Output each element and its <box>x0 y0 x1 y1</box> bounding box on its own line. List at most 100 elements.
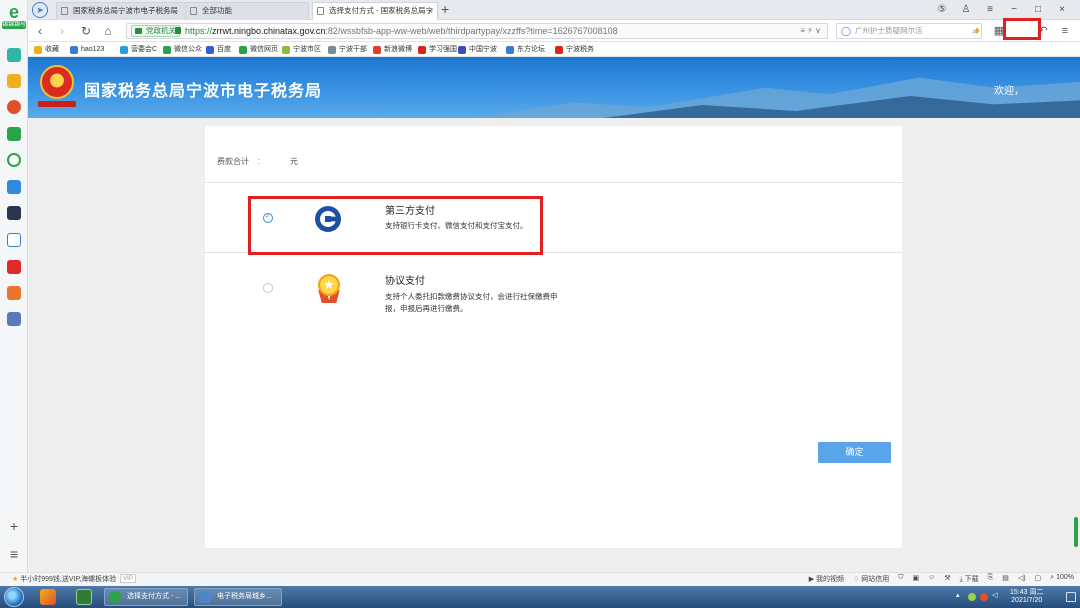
emblem-banner <box>38 101 76 107</box>
bookmark-item[interactable]: 宁波税务 <box>555 44 594 55</box>
credit-item[interactable]: ♢ 网站信用 <box>853 574 889 584</box>
address-tools[interactable]: ≡ ⚡ ∨ <box>800 24 821 38</box>
back-icon[interactable]: ‹ <box>32 23 48 39</box>
app-icon[interactable] <box>7 286 21 300</box>
shield-icon[interactable]: ♦ <box>966 23 988 39</box>
restore-button[interactable]: □ <box>1026 2 1050 18</box>
search-input[interactable]: ◯ 广州护士质疑网尔活 ⌕ <box>836 23 982 39</box>
bookmark-item[interactable]: 学习强国 <box>418 44 457 55</box>
url-text[interactable]: https://zrrwt.ningbo.chinatax.gov.cn:82/… <box>185 24 618 38</box>
favorites-icon[interactable] <box>7 74 21 88</box>
page-icon[interactable]: ▤ <box>1002 574 1009 584</box>
medical-icon[interactable] <box>7 48 21 62</box>
bookmark-item[interactable]: 中国宁波 <box>458 44 497 55</box>
total-label: 费款合计 <box>217 157 249 166</box>
puzzle-app-icon[interactable] <box>40 589 56 605</box>
bookmark-label: 微信公众 <box>174 46 202 53</box>
clock[interactable]: 15:43 周二 2021/7/20 <box>1010 589 1043 605</box>
bookmark-item[interactable]: 宁波市区 <box>282 44 321 55</box>
address-bar[interactable]: 党政机关 https://zrrwt.ningbo.chinatax.gov.c… <box>126 23 828 39</box>
bookmark-label: 宁波市区 <box>293 46 321 53</box>
notes-icon[interactable] <box>7 233 21 247</box>
page-icon <box>317 7 324 15</box>
tab-select-payment[interactable]: 选择支付方式 - 国家税务总局宁 × <box>312 2 438 20</box>
tab-all-functions[interactable]: 全部功能 <box>185 2 309 20</box>
more-icon[interactable]: ≡ <box>1054 23 1076 39</box>
bookmark-icon <box>458 46 466 54</box>
sound-icon[interactable]: ◁) <box>1018 574 1026 584</box>
cert-badge[interactable]: 党政机关 <box>131 25 180 37</box>
tray-volume-icon[interactable]: ◁ <box>992 591 997 599</box>
bookmark-item[interactable]: 宁波干部 <box>328 44 367 55</box>
bookmark-item[interactable]: 营委会C <box>120 44 157 55</box>
taskbar-tax-app[interactable]: 电子税务局城乡... <box>194 588 282 606</box>
browser-task-icon <box>109 591 121 603</box>
forward-icon[interactable]: › <box>54 23 70 39</box>
p-app-icon[interactable] <box>7 180 21 194</box>
menu-icon[interactable]: ≡ <box>978 2 1002 18</box>
navigation-icon[interactable]: ➤ <box>32 2 48 18</box>
url-path: :82/wssbfsb-app-ww-web/web/thirdpartypay… <box>325 26 618 36</box>
broom-icon[interactable]: ⚒ <box>944 574 950 584</box>
home-icon[interactable]: ⌂ <box>100 23 116 39</box>
download-item[interactable]: ⤓ 下载 <box>960 574 979 584</box>
calculator-icon[interactable] <box>7 206 21 220</box>
tab-label: 国家税务总局宁波市电子税务局 <box>73 6 178 15</box>
bike-icon[interactable] <box>7 153 21 167</box>
tray-arrow-icon[interactable]: ▴ <box>956 591 960 599</box>
video-item[interactable]: ▶ 我的视频 <box>809 574 844 584</box>
excel-icon[interactable] <box>76 589 92 605</box>
zoom-level[interactable]: ⌕ 100% <box>1050 574 1074 584</box>
bookmark-item[interactable]: 百度 <box>206 44 231 55</box>
chat-icon[interactable]: ☺ <box>928 574 935 584</box>
new-tab-icon[interactable]: + <box>441 1 449 17</box>
bookmark-item[interactable]: 收藏 <box>34 44 59 55</box>
tab-tax-home[interactable]: 国家税务总局宁波市电子税务局 <box>56 2 198 20</box>
bookmark-item[interactable]: hao123 <box>70 44 104 55</box>
bookmark-label: 宁波税务 <box>566 46 594 53</box>
browser-logo[interactable]: e 锦锦锦号 <box>2 3 26 30</box>
folder-icon[interactable] <box>7 127 21 141</box>
shirt-icon[interactable]: ♙ <box>954 2 978 18</box>
tax-app-task-icon <box>199 591 211 603</box>
tray-network-icon[interactable] <box>980 593 988 601</box>
bookmark-item[interactable]: 东方论坛 <box>506 44 545 55</box>
game2-icon[interactable] <box>7 312 21 326</box>
close-button[interactable]: × <box>1050 2 1074 18</box>
show-desktop-button[interactable] <box>1066 592 1076 602</box>
bookmark-item[interactable]: 新浪微博 <box>373 44 412 55</box>
shield-icon[interactable]: ⛉ <box>898 574 903 584</box>
tab-close-icon[interactable]: × <box>428 3 433 19</box>
capture-icon[interactable]: ⎘ <box>988 574 994 584</box>
confirm-button[interactable]: 确定 <box>818 442 891 463</box>
username-highlight[interactable] <box>1003 18 1041 40</box>
bookmark-icon <box>282 46 290 54</box>
status-promo[interactable]: ★ 半小时999钱,送VIP,海螺板体验 VIP <box>12 574 136 584</box>
welcome-text: 欢迎， <box>994 86 1024 97</box>
site-header: 国家税务总局宁波市电子税务局 欢迎， <box>28 57 1080 118</box>
bookmark-label: 新浪微博 <box>384 46 412 53</box>
page-icon <box>61 7 68 15</box>
game-icon[interactable] <box>7 260 21 274</box>
divider <box>205 182 902 183</box>
camera-icon[interactable]: ▣ <box>913 574 920 584</box>
search-engine-icon[interactable]: ◯ <box>841 24 851 38</box>
taskbar-browser[interactable]: 选择支付方式 - ... <box>104 588 188 606</box>
refresh-icon[interactable]: ↻ <box>78 23 94 39</box>
start-button[interactable] <box>4 587 24 607</box>
skin-icon[interactable]: ⑤ <box>930 2 954 18</box>
vip-badge[interactable]: VIP <box>120 574 136 583</box>
fullscreen-icon[interactable]: ▢ <box>1035 574 1042 584</box>
option-agreement-pay[interactable]: ★ 协议支付 支持个人委托扣款缴费协议支付，会进行社保缴费申报，申报后再进行缴费… <box>205 266 902 326</box>
tray-app-icon[interactable] <box>968 593 976 601</box>
bookmark-item[interactable]: 微信网页 <box>239 44 278 55</box>
scrollbar-thumb[interactable] <box>1074 517 1078 547</box>
bookmark-item[interactable]: 微信公众 <box>163 44 202 55</box>
weibo-icon[interactable] <box>7 100 21 114</box>
menu-icon[interactable]: ≡ <box>6 546 22 562</box>
selection-highlight <box>248 196 543 255</box>
add-icon[interactable]: + <box>6 518 22 534</box>
url-host: zrrwt.ningbo.chinatax.gov.cn <box>212 26 326 36</box>
radio-agreement-pay[interactable] <box>263 283 273 293</box>
minimize-button[interactable]: − <box>1002 2 1026 18</box>
